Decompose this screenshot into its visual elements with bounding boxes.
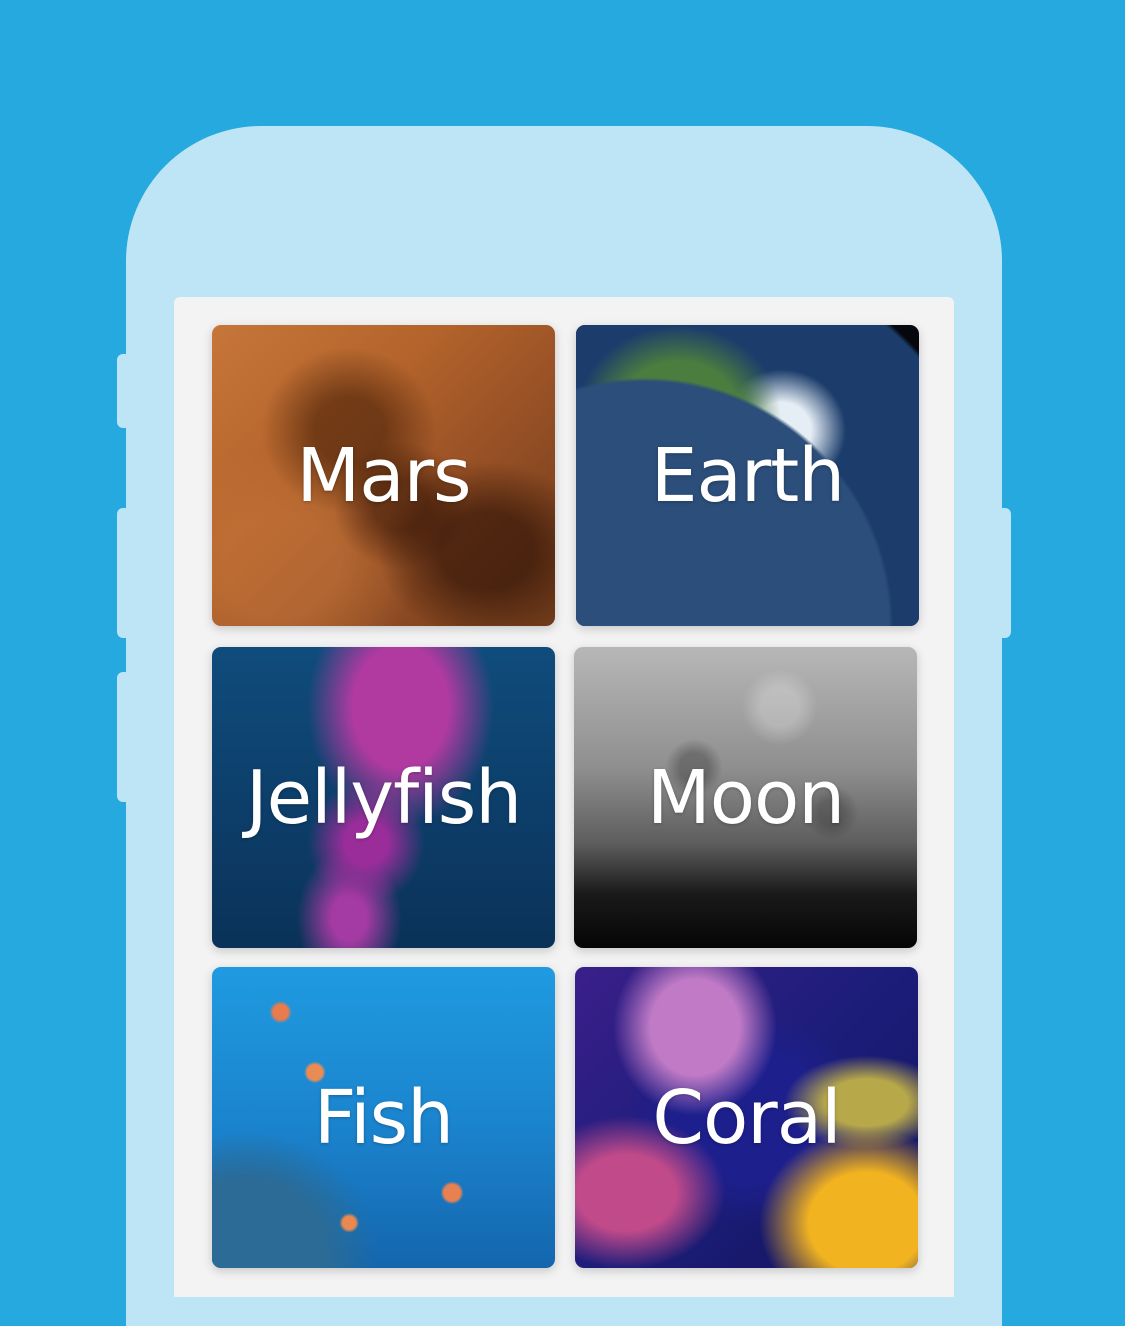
tile-jellyfish[interactable]: Jellyfish (212, 647, 555, 948)
tile-label: Fish (313, 1074, 454, 1161)
tile-label: Mars (296, 432, 471, 519)
tile-moon[interactable]: Moon (574, 647, 917, 948)
tile-label: Moon (646, 754, 845, 841)
tile-coral[interactable]: Coral (575, 967, 918, 1268)
tile-mars[interactable]: Mars (212, 325, 555, 626)
tile-label: Earth (650, 432, 845, 519)
tile-label: Coral (652, 1074, 841, 1161)
tile-label: Jellyfish (245, 754, 522, 841)
tile-fish[interactable]: Fish (212, 967, 555, 1268)
tile-earth[interactable]: Earth (576, 325, 919, 626)
